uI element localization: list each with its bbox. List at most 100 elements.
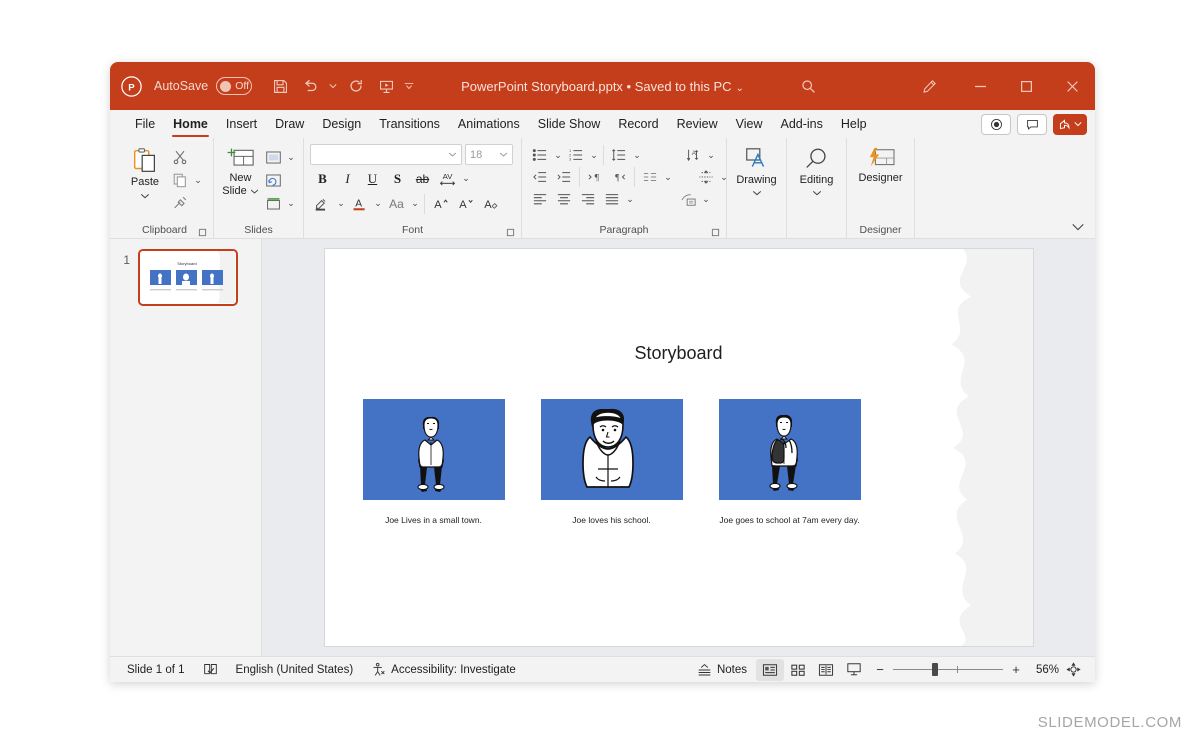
underline-button[interactable]: U: [360, 167, 385, 190]
slide-canvas[interactable]: Storyboard Joe Lives in a small town. Jo…: [323, 248, 1034, 647]
text-highlight-dropdown-icon[interactable]: ⌄: [335, 193, 347, 215]
shadow-button[interactable]: S: [385, 167, 410, 190]
share-button[interactable]: [1053, 113, 1087, 135]
fit-to-window-icon[interactable]: [1066, 662, 1081, 677]
new-slide-button[interactable]: New Slide: [220, 144, 261, 198]
slide-thumbnail-1[interactable]: Storyboard: [138, 249, 238, 306]
text-direction-dropdown-icon[interactable]: ⌄: [705, 144, 717, 166]
layout-dropdown-icon[interactable]: ⌄: [285, 146, 297, 168]
copy-dropdown-icon[interactable]: ⌄: [192, 169, 204, 191]
section-dropdown-icon[interactable]: ⌄: [285, 192, 297, 214]
numbering-icon[interactable]: 1 2 3: [564, 144, 588, 166]
autosave-toggle[interactable]: Off: [216, 77, 253, 95]
decrease-indent-icon[interactable]: [528, 166, 552, 188]
editing-button[interactable]: Editing: [794, 144, 840, 197]
character-spacing-dropdown-icon[interactable]: ⌄: [460, 168, 472, 190]
increase-indent-icon[interactable]: [552, 166, 576, 188]
person-hoodie-portrait-illustration[interactable]: [540, 399, 683, 500]
tab-insert[interactable]: Insert: [217, 110, 266, 138]
cut-icon[interactable]: [168, 146, 192, 168]
convert-to-smartart-icon[interactable]: [676, 188, 700, 210]
align-left-icon[interactable]: [528, 188, 552, 210]
change-case-icon[interactable]: Aa: [384, 192, 409, 215]
save-icon[interactable]: [266, 72, 294, 100]
layout-icon[interactable]: [261, 146, 285, 168]
bullets-icon[interactable]: [528, 144, 552, 166]
slide-title[interactable]: Storyboard: [325, 343, 1033, 364]
paragraph-dialog-launcher-icon[interactable]: [711, 228, 720, 237]
tab-design[interactable]: Design: [313, 110, 370, 138]
document-title-chevron-icon[interactable]: ⌄: [736, 83, 744, 94]
zoom-out-button[interactable]: −: [874, 662, 886, 677]
tab-review[interactable]: Review: [668, 110, 727, 138]
zoom-level-label[interactable]: 56%: [1029, 664, 1059, 676]
slideshow-view-button[interactable]: [840, 659, 868, 681]
tab-view[interactable]: View: [727, 110, 772, 138]
start-presentation-icon[interactable]: [372, 72, 400, 100]
italic-button[interactable]: I: [335, 167, 360, 190]
person-standing-illustration[interactable]: [362, 399, 505, 500]
person-backpack-illustration[interactable]: [718, 399, 861, 500]
bullets-dropdown-icon[interactable]: ⌄: [552, 144, 564, 166]
format-painter-icon[interactable]: [168, 192, 192, 214]
font-name-input[interactable]: [310, 144, 462, 165]
decrease-font-size-icon[interactable]: A: [453, 192, 478, 215]
bold-button[interactable]: B: [310, 167, 335, 190]
customize-qat-icon[interactable]: [402, 80, 416, 92]
drawing-button[interactable]: Drawing: [734, 144, 780, 197]
normal-view-button[interactable]: [756, 658, 784, 681]
storyboard-card-2[interactable]: Joe loves his school.: [540, 399, 683, 526]
align-center-icon[interactable]: [552, 188, 576, 210]
font-color-icon[interactable]: A: [347, 192, 372, 215]
tab-slide-show[interactable]: Slide Show: [529, 110, 610, 138]
slide-sorter-view-button[interactable]: [784, 659, 812, 681]
accessibility-status[interactable]: Accessibility: Investigate: [362, 659, 525, 681]
clipboard-dialog-launcher-icon[interactable]: [198, 228, 207, 237]
align-text-icon[interactable]: [694, 166, 718, 188]
redo-icon[interactable]: [342, 72, 370, 100]
storyboard-card-1[interactable]: Joe Lives in a small town.: [362, 399, 505, 526]
justify-icon[interactable]: [600, 188, 624, 210]
minimize-icon[interactable]: [957, 62, 1003, 110]
increase-font-size-icon[interactable]: A: [428, 192, 453, 215]
language-indicator[interactable]: English (United States): [227, 659, 363, 681]
line-spacing-icon[interactable]: [607, 144, 631, 166]
record-button[interactable]: [981, 113, 1011, 135]
reading-view-button[interactable]: [812, 659, 840, 681]
columns-icon[interactable]: [638, 166, 662, 188]
justify-dropdown-icon[interactable]: ⌄: [624, 188, 636, 210]
font-dialog-launcher-icon[interactable]: [506, 228, 515, 237]
paste-button[interactable]: Paste: [122, 144, 168, 200]
ribbon-collapse-button[interactable]: [1071, 222, 1085, 232]
designer-button[interactable]: Designer: [853, 144, 908, 185]
tab-file[interactable]: File: [126, 110, 164, 138]
zoom-slider[interactable]: [893, 663, 1003, 677]
search-icon[interactable]: [800, 62, 817, 110]
font-size-input[interactable]: 18: [465, 144, 513, 165]
notes-button[interactable]: Notes: [688, 659, 756, 681]
numbering-dropdown-icon[interactable]: ⌄: [588, 144, 600, 166]
storyboard-card-3[interactable]: Joe goes to school at 7am every day.: [718, 399, 861, 526]
spellcheck-icon[interactable]: [194, 659, 227, 681]
tab-add-ins[interactable]: Add-ins: [771, 110, 831, 138]
slide-thumbnail-pane[interactable]: 1 Storyboard: [110, 239, 262, 656]
text-direction-icon[interactable]: A: [681, 144, 705, 166]
section-icon[interactable]: [261, 192, 285, 214]
clear-formatting-icon[interactable]: A: [478, 192, 503, 215]
align-right-icon[interactable]: [576, 188, 600, 210]
comments-button[interactable]: [1017, 113, 1047, 135]
copy-icon[interactable]: [168, 169, 192, 191]
pen-icon[interactable]: [901, 62, 957, 110]
tab-transitions[interactable]: Transitions: [370, 110, 449, 138]
zoom-in-button[interactable]: +: [1010, 662, 1022, 677]
reset-icon[interactable]: [261, 169, 285, 191]
columns-dropdown-icon[interactable]: ⌄: [662, 166, 674, 188]
tab-draw[interactable]: Draw: [266, 110, 313, 138]
strikethrough-button[interactable]: ab: [410, 167, 435, 190]
slide-count[interactable]: Slide 1 of 1: [118, 659, 194, 681]
close-icon[interactable]: [1049, 62, 1095, 110]
tab-help[interactable]: Help: [832, 110, 876, 138]
tab-home[interactable]: Home: [164, 110, 217, 138]
tab-animations[interactable]: Animations: [449, 110, 529, 138]
tab-record[interactable]: Record: [609, 110, 667, 138]
